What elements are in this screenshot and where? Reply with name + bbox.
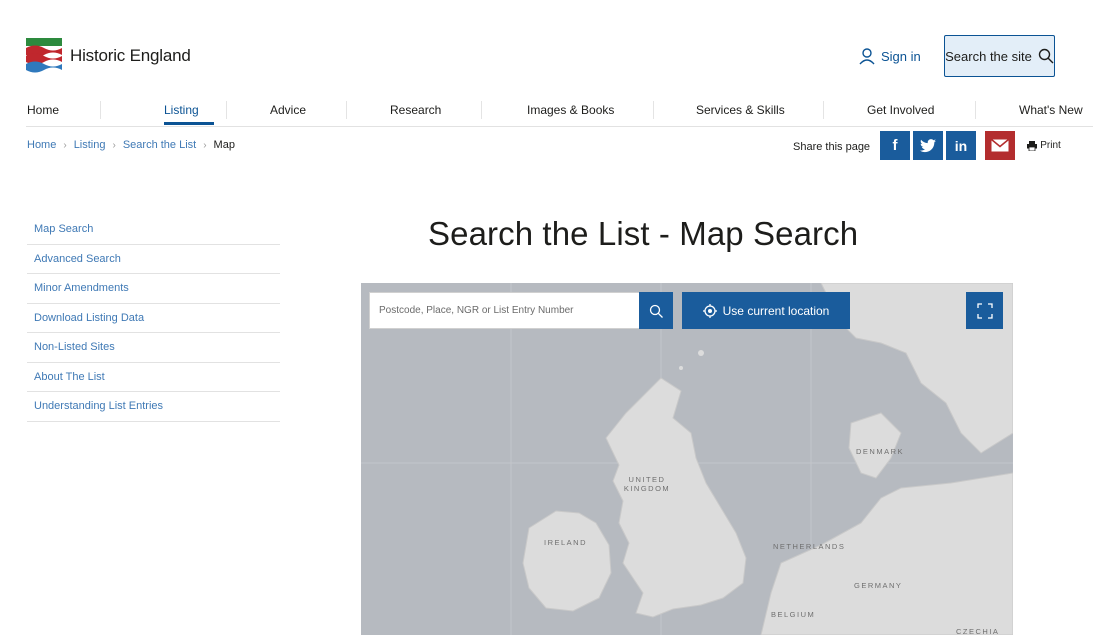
page-title: Search the List - Map Search bbox=[428, 215, 859, 252]
historic-england-logo-icon bbox=[26, 38, 62, 73]
sidebar-item-download-listing-data[interactable]: Download Listing Data bbox=[27, 304, 280, 333]
map-label-netherlands: NETHERLANDS bbox=[773, 542, 846, 551]
fullscreen-icon bbox=[976, 302, 993, 319]
crosshair-icon bbox=[702, 303, 717, 318]
fullscreen-button[interactable] bbox=[966, 292, 1003, 329]
share-twitter-button[interactable] bbox=[913, 131, 943, 160]
map-label-denmark: DENMARK bbox=[856, 447, 905, 456]
signin-link[interactable]: Sign in bbox=[858, 47, 921, 65]
map-label-germany: GERMANY bbox=[854, 581, 903, 590]
map-label-belgium: BELGIUM bbox=[771, 610, 816, 619]
search-icon bbox=[649, 304, 663, 318]
share-label: Share this page bbox=[793, 141, 871, 153]
print-button[interactable]: Print bbox=[1021, 131, 1067, 160]
nav-item-whats-new[interactable]: What's New bbox=[1019, 103, 1083, 117]
linkedin-icon: in bbox=[954, 137, 968, 154]
map-view[interactable]: UNITED KINGDOM IRELAND DENMARK NETHERLAN… bbox=[361, 283, 1013, 635]
breadcrumb-current: Map bbox=[213, 139, 235, 151]
share-email-button[interactable] bbox=[985, 131, 1015, 160]
nav-item-listing[interactable]: Listing bbox=[164, 103, 199, 117]
facebook-icon: f bbox=[892, 137, 898, 154]
chevron-right-icon: › bbox=[203, 139, 207, 151]
email-icon bbox=[991, 139, 1009, 152]
nav-item-home[interactable]: Home bbox=[27, 103, 59, 117]
nav-divider bbox=[653, 101, 654, 119]
nav-item-research[interactable]: Research bbox=[390, 103, 441, 117]
nav-divider bbox=[346, 101, 347, 119]
search-site-label: Search the site bbox=[945, 48, 1032, 64]
printer-icon bbox=[1027, 140, 1038, 151]
use-current-location-label: Use current location bbox=[722, 303, 830, 318]
map-search-button[interactable] bbox=[639, 292, 673, 329]
print-label: Print bbox=[1040, 140, 1061, 151]
sidebar-item-map-search[interactable]: Map Search bbox=[27, 215, 280, 245]
breadcrumb-listing[interactable]: Listing bbox=[74, 139, 106, 151]
nav-item-advice[interactable]: Advice bbox=[270, 103, 306, 117]
nav-divider bbox=[226, 101, 227, 119]
nav-item-images-books[interactable]: Images & Books bbox=[527, 103, 614, 117]
share-linkedin-button[interactable]: in bbox=[946, 131, 976, 160]
breadcrumb-search-the-list[interactable]: Search the List bbox=[123, 139, 196, 151]
map-canvas bbox=[361, 283, 1013, 635]
chevron-right-icon: › bbox=[63, 139, 67, 151]
user-icon bbox=[859, 48, 875, 65]
sidebar-item-minor-amendments[interactable]: Minor Amendments bbox=[27, 274, 280, 304]
nav-divider bbox=[823, 101, 824, 119]
sidebar-nav: Map Search Advanced Search Minor Amendme… bbox=[27, 215, 280, 422]
site-logo[interactable]: Historic England bbox=[26, 38, 191, 74]
breadcrumb-home[interactable]: Home bbox=[27, 139, 56, 151]
search-icon bbox=[1038, 48, 1054, 64]
twitter-icon bbox=[920, 138, 936, 152]
chevron-right-icon: › bbox=[112, 139, 116, 151]
use-current-location-button[interactable]: Use current location bbox=[682, 292, 850, 329]
map-label-uk: UNITED KINGDOM bbox=[623, 475, 671, 493]
map-label-ireland: IRELAND bbox=[544, 538, 588, 547]
map-search-input[interactable] bbox=[370, 305, 600, 316]
sidebar-item-non-listed-sites[interactable]: Non-Listed Sites bbox=[27, 333, 280, 363]
breadcrumb: Home › Listing › Search the List › Map bbox=[27, 139, 235, 151]
site-name: Historic England bbox=[70, 46, 191, 65]
sidebar-item-about-the-list[interactable]: About The List bbox=[27, 363, 280, 392]
sidebar-item-advanced-search[interactable]: Advanced Search bbox=[27, 245, 280, 274]
nav-divider bbox=[481, 101, 482, 119]
share-facebook-button[interactable]: f bbox=[880, 131, 910, 160]
nav-item-services-skills[interactable]: Services & Skills bbox=[696, 103, 785, 117]
nav-divider bbox=[975, 101, 976, 119]
nav-item-get-involved[interactable]: Get Involved bbox=[867, 103, 934, 117]
sidebar-item-understanding-list-entries[interactable]: Understanding List Entries bbox=[27, 392, 280, 422]
main-nav: Home Listing Advice Research Images & Bo… bbox=[26, 95, 1093, 127]
nav-active-indicator bbox=[164, 122, 214, 125]
signin-label: Sign in bbox=[881, 48, 921, 64]
search-site-button[interactable]: Search the site bbox=[944, 35, 1055, 77]
map-search-box bbox=[369, 292, 641, 329]
nav-divider bbox=[100, 101, 101, 119]
map-label-czechia: CZECHIA bbox=[956, 627, 1000, 635]
